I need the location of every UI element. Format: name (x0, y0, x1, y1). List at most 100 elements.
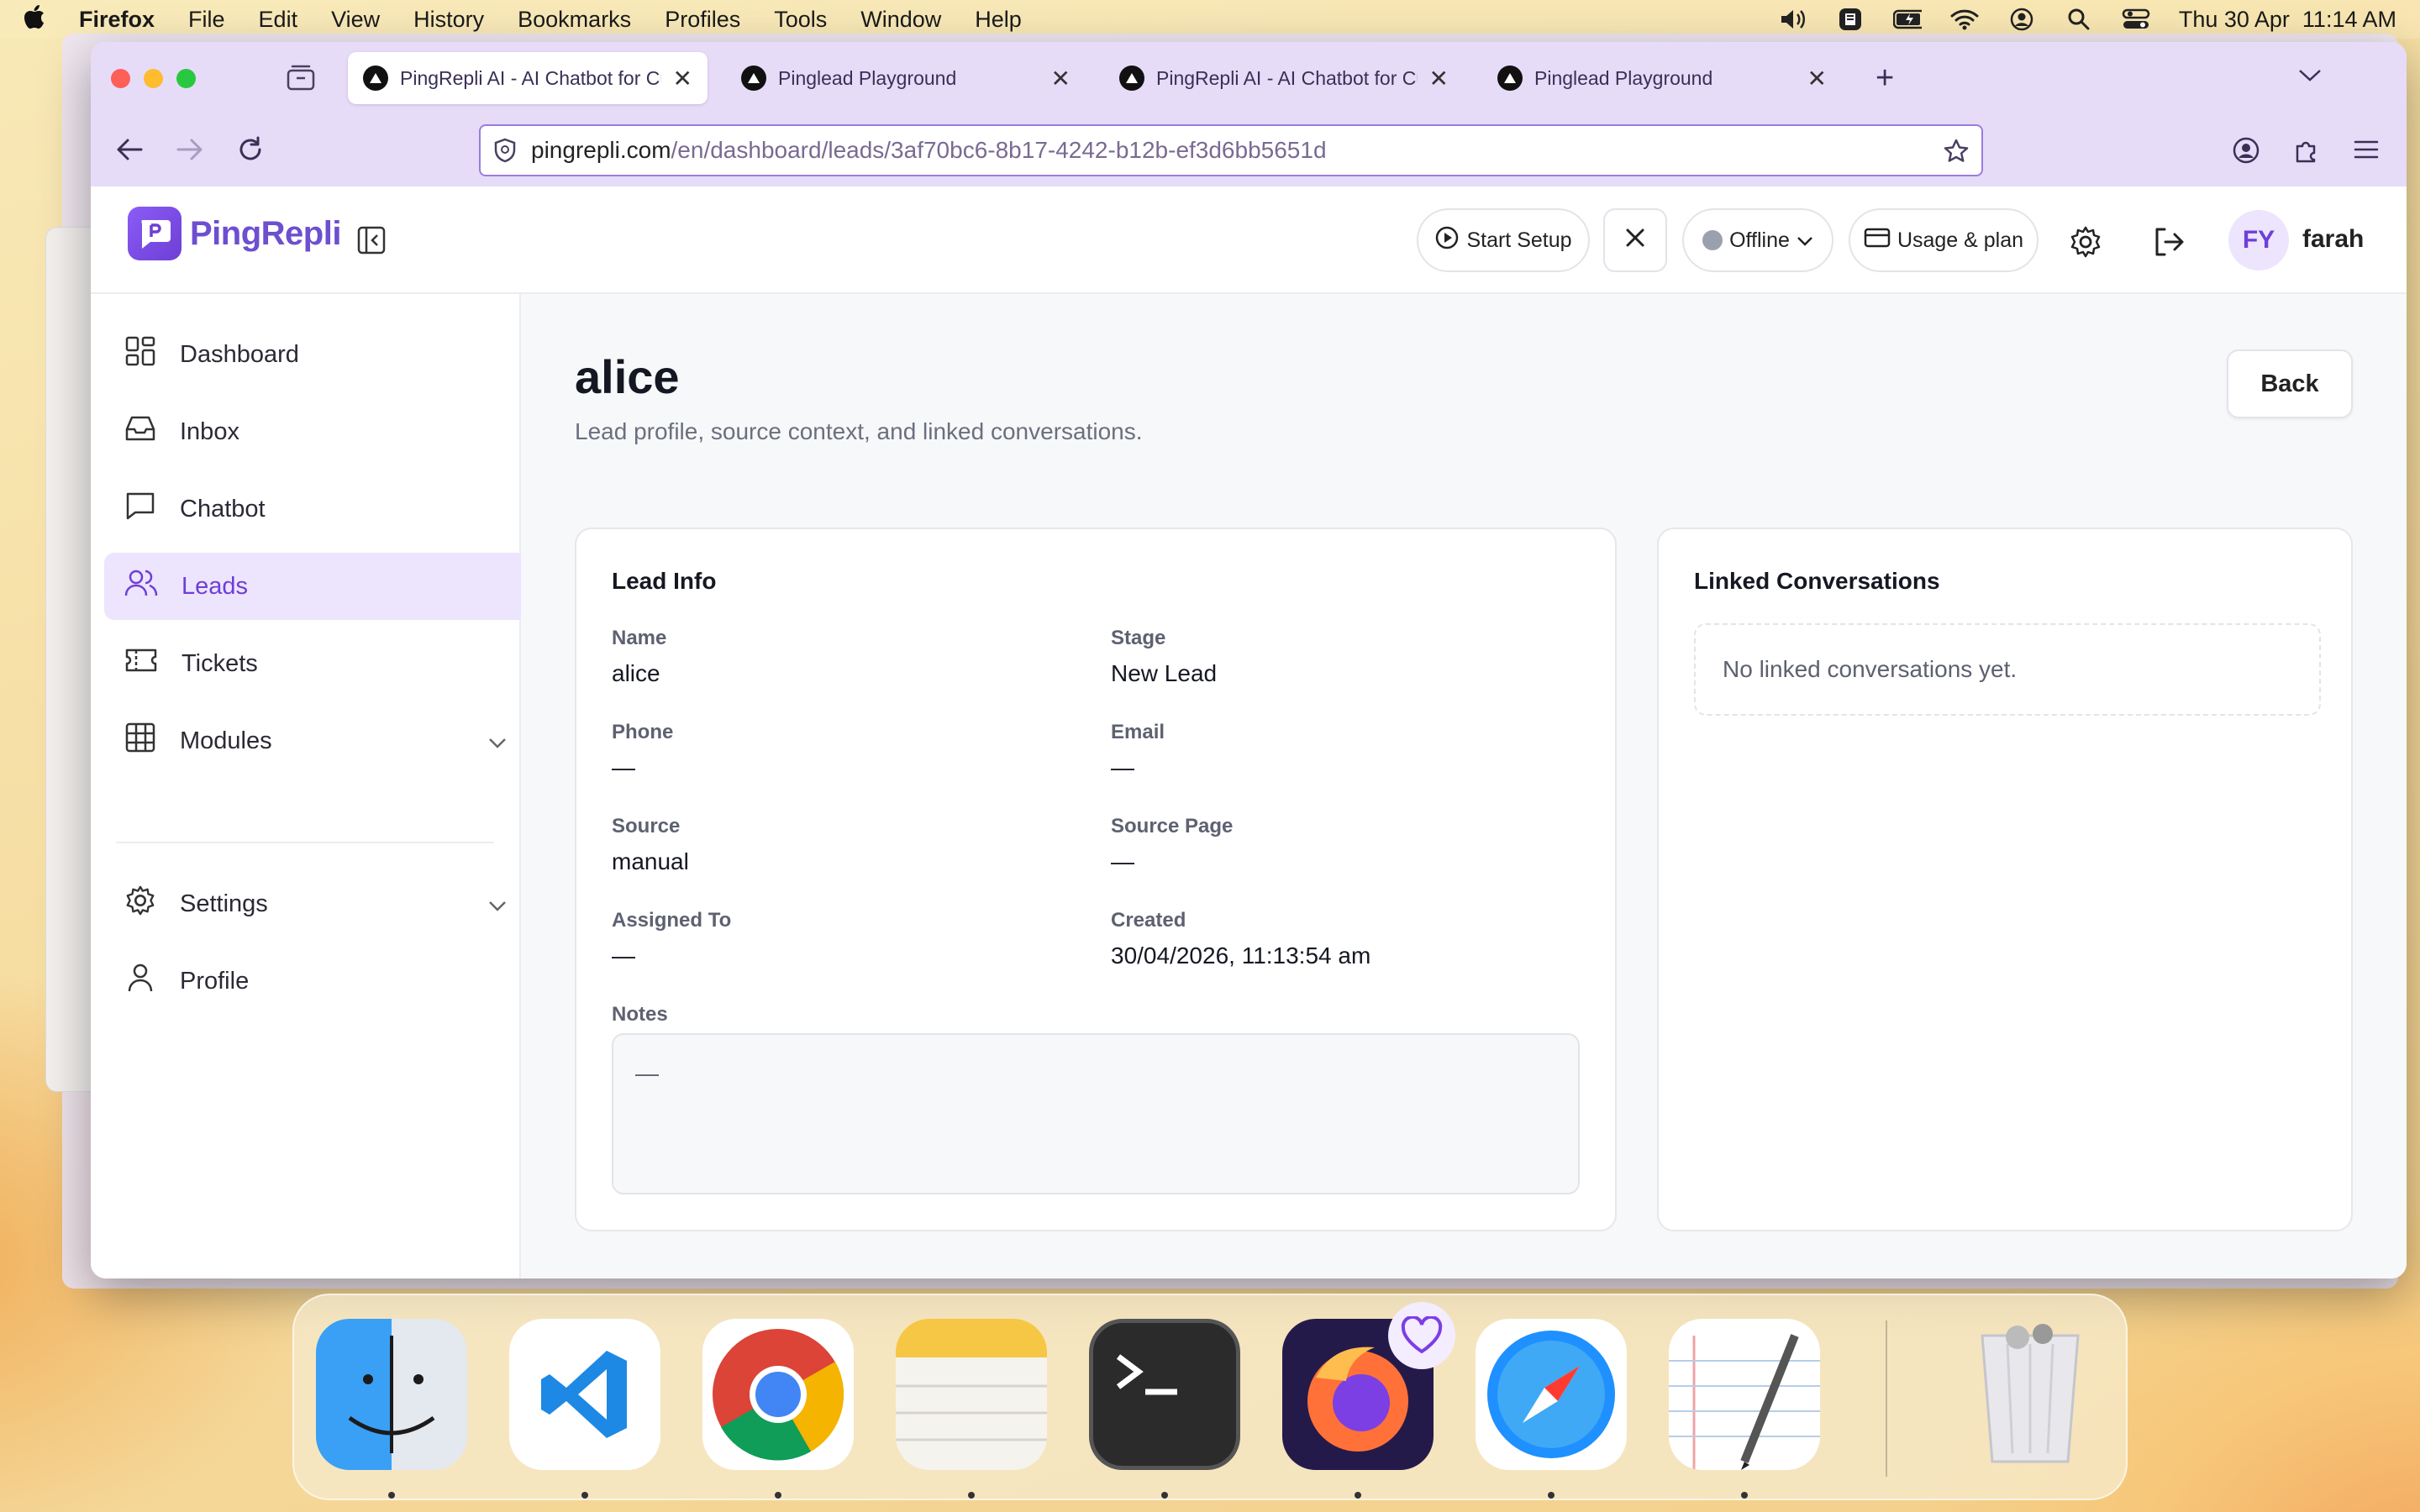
back-arrow-icon[interactable] (114, 136, 145, 167)
tab-pingrepli-1[interactable]: PingRepli AI - AI Chatbot for Cu ✕ (348, 52, 708, 104)
tab-pingrepli-2[interactable]: PingRepli AI - AI Chatbot for Cu ✕ (1104, 52, 1464, 104)
menu-view[interactable]: View (331, 7, 380, 33)
logo[interactable]: PingRepli (128, 207, 341, 260)
sidebar-item-leads[interactable]: Leads (104, 553, 521, 620)
collapse-sidebar-icon[interactable] (356, 225, 387, 260)
close-tab-icon[interactable]: ✕ (1807, 65, 1827, 92)
grid-icon (124, 335, 156, 374)
chat-icon (124, 490, 156, 528)
bookmark-star-icon[interactable] (1943, 138, 1970, 171)
user-account-icon[interactable] (2007, 8, 2036, 31)
heart-badge-icon[interactable] (1388, 1302, 1455, 1369)
zoom-window-button[interactable] (176, 68, 196, 88)
vpn-icon[interactable] (1836, 8, 1865, 31)
forward-arrow-icon[interactable] (175, 136, 205, 167)
sidebar-item-chatbot[interactable]: Chatbot (104, 475, 521, 543)
close-tab-icon[interactable]: ✕ (673, 65, 692, 92)
close-window-button[interactable] (111, 68, 130, 88)
tab-overview-icon[interactable] (286, 64, 316, 97)
dismiss-setup-button[interactable] (1603, 208, 1667, 272)
page-subtitle: Lead profile, source context, and linked… (575, 418, 1143, 444)
spotlight-search-icon[interactable] (2065, 8, 2093, 31)
back-button[interactable]: Back (2227, 349, 2353, 418)
account-icon[interactable] (2232, 136, 2260, 169)
tab-list-chevron-icon[interactable] (2297, 67, 2323, 88)
menu-profiles[interactable]: Profiles (665, 7, 740, 33)
close-icon (1624, 227, 1646, 255)
dock-running-indicator (1355, 1492, 1361, 1499)
menu-bookmarks[interactable]: Bookmarks (518, 7, 631, 33)
minimize-window-button[interactable] (144, 68, 163, 88)
menu-window[interactable]: Window (860, 7, 941, 33)
dock-chrome-icon[interactable] (702, 1319, 854, 1470)
dock-textedit-icon[interactable] (1669, 1319, 1820, 1470)
avatar-initials: FY (2242, 226, 2275, 254)
created-value: 30/04/2026, 11:13:54 am (1111, 942, 1371, 969)
logo-chat-icon (128, 207, 182, 260)
favicon-icon (741, 66, 766, 91)
sidebar-item-label: Inbox (180, 417, 239, 445)
main-content: alice Lead profile, source context, and … (521, 294, 2407, 1278)
dock-trash-icon[interactable] (1954, 1319, 2106, 1470)
shield-icon[interactable] (492, 137, 518, 164)
avatar[interactable]: FY (2228, 210, 2289, 270)
tab-pinglead-2[interactable]: Pinglead Playground ✕ (1482, 52, 1842, 104)
sidebar-item-modules[interactable]: Modules (104, 707, 521, 774)
control-center-icon[interactable] (2122, 8, 2150, 31)
sidebar-item-profile[interactable]: Profile (104, 948, 521, 1015)
app-header: PingRepli Start Setup Offline Usage & pl… (91, 186, 2407, 294)
extensions-icon[interactable] (2292, 136, 2321, 169)
username[interactable]: farah (2302, 225, 2364, 254)
apple-icon[interactable] (24, 4, 45, 35)
menu-file[interactable]: File (188, 7, 225, 33)
dock-running-indicator (775, 1492, 781, 1499)
sidebar-item-settings-row[interactable]: Settings (104, 870, 521, 937)
status-dropdown[interactable]: Offline (1682, 208, 1833, 272)
sidebar-item-dashboard[interactable]: Dashboard (104, 321, 521, 388)
menu-help[interactable]: Help (975, 7, 1022, 33)
sidebar-item-inbox[interactable]: Inbox (104, 398, 521, 465)
menubar-datetime[interactable]: Thu 30 Apr 11:14 AM (2179, 7, 2396, 33)
sidebar-item-tickets[interactable]: Tickets (104, 630, 521, 697)
user-icon (124, 962, 156, 1000)
tab-pinglead-1[interactable]: Pinglead Playground ✕ (726, 52, 1086, 104)
new-tab-icon[interactable]: + (1876, 60, 1894, 97)
sidebar-item-label: Dashboard (180, 340, 299, 368)
url-bar[interactable]: pingrepli.com/en/dashboard/leads/3af70bc… (479, 124, 1983, 176)
url-path: /en/dashboard/leads/3af70bc6-8b17-4242-b… (671, 137, 1327, 163)
volume-icon[interactable] (1779, 8, 1807, 31)
dock-vscode-icon[interactable] (509, 1319, 660, 1470)
dock-finder-icon[interactable] (316, 1319, 467, 1470)
phone-label: Phone (612, 721, 674, 743)
logout-icon[interactable] (2151, 225, 2185, 263)
dock-notes-icon[interactable] (896, 1319, 1047, 1470)
sidebar-item-label: Chatbot (180, 495, 266, 522)
credit-card-icon (1864, 227, 1891, 255)
status-label: Offline (1729, 228, 1790, 252)
close-tab-icon[interactable]: ✕ (1429, 65, 1449, 92)
email-label: Email (1111, 721, 1165, 743)
created-label: Created (1111, 909, 1186, 932)
wifi-icon[interactable] (1950, 8, 1979, 31)
page-title: alice (575, 350, 680, 403)
menu-history[interactable]: History (413, 7, 484, 33)
sidebar: Dashboard Inbox Chatbot Leads Tickets Mo… (91, 294, 521, 1278)
settings-gear-icon[interactable] (2069, 225, 2102, 263)
source-label: Source (612, 815, 681, 837)
menu-edit[interactable]: Edit (259, 7, 298, 33)
close-tab-icon[interactable]: ✕ (1051, 65, 1071, 92)
dock-terminal-icon[interactable] (1089, 1319, 1240, 1470)
menu-tools[interactable]: Tools (774, 7, 827, 33)
tab-title: Pinglead Playground (1534, 66, 1713, 89)
menu-hamburger-icon[interactable] (2353, 138, 2380, 165)
favicon-icon (1497, 66, 1523, 91)
tab-title: PingRepli AI - AI Chatbot for Cu (1156, 66, 1418, 89)
usage-plan-label: Usage & plan (1897, 228, 2024, 252)
usage-plan-button[interactable]: Usage & plan (1849, 208, 2039, 272)
reload-icon[interactable] (235, 134, 266, 169)
dock-safari-icon[interactable] (1476, 1319, 1627, 1470)
start-setup-button[interactable]: Start Setup (1417, 208, 1590, 272)
battery-icon[interactable] (1892, 8, 1922, 31)
name-label: Name (612, 627, 667, 649)
menu-app-name[interactable]: Firefox (79, 7, 155, 33)
